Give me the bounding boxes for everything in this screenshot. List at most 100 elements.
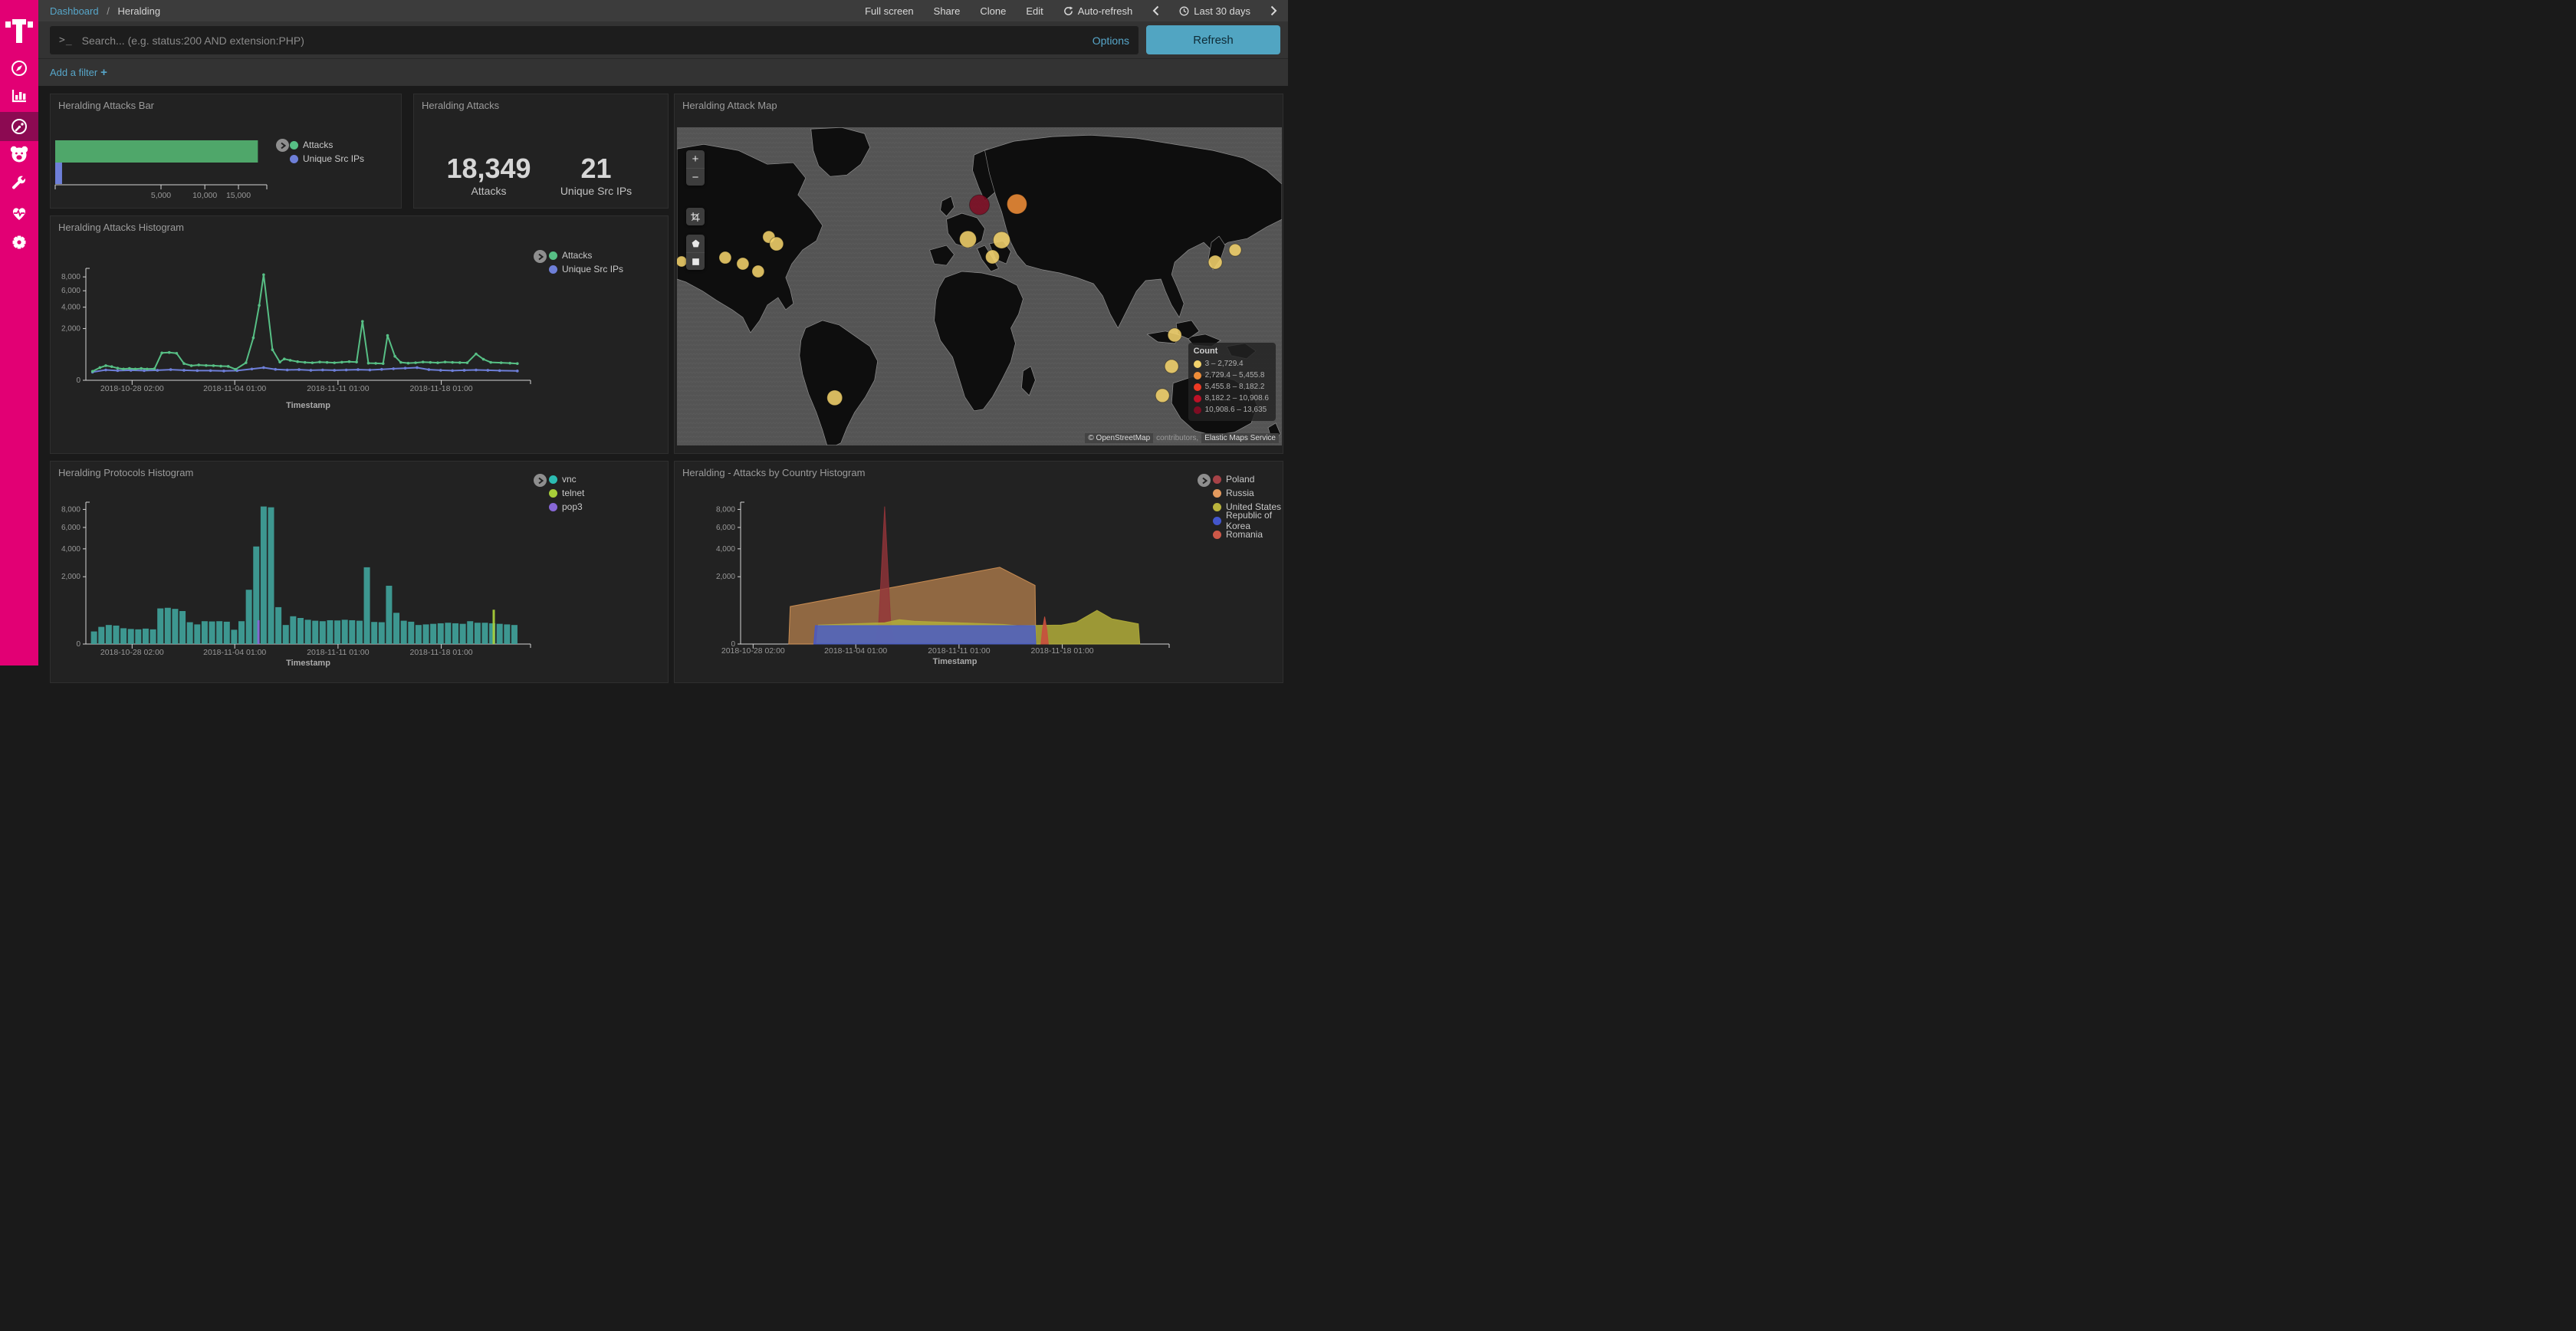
panel-protocols-histogram: Heralding Protocols Histogram 02,0004,00… <box>50 461 669 683</box>
svg-text:2,000: 2,000 <box>61 573 80 581</box>
panel-attacks-metric: Heralding Attacks 18,349 Attacks 21 Uniq… <box>413 94 669 209</box>
sidebar-item-monitoring[interactable] <box>0 199 38 228</box>
legend-dot-icon <box>549 251 557 260</box>
attack-dot[interactable] <box>1168 328 1181 342</box>
country-histogram-chart: 02,0004,0006,0008,0002018-10-28 02:00201… <box>675 462 1284 684</box>
legend-label: vnc <box>562 474 577 485</box>
attack-dot[interactable] <box>752 265 764 278</box>
legend-expand-chevron-icon[interactable] <box>534 474 547 487</box>
chart-legend: Attacks Unique Src IPs <box>290 138 364 166</box>
topbar-actions: Full screen Share Clone Edit Auto-refres… <box>865 5 1288 17</box>
map-zoom-in-button[interactable]: + <box>686 150 705 168</box>
legend-label: Romania <box>1226 529 1263 540</box>
attack-dot[interactable] <box>770 237 784 251</box>
attack-dot[interactable] <box>970 195 990 215</box>
svg-text:Timestamp: Timestamp <box>286 659 330 668</box>
svg-text:2018-11-04 01:00: 2018-11-04 01:00 <box>203 648 266 657</box>
legend-item[interactable]: Unique Src IPs <box>549 262 623 276</box>
map-fit-data-button[interactable] <box>686 208 705 225</box>
attack-dot[interactable] <box>985 250 999 264</box>
attack-dot[interactable] <box>1229 244 1241 256</box>
auto-refresh-button[interactable]: Auto-refresh <box>1063 5 1133 17</box>
svg-text:2018-11-18 01:00: 2018-11-18 01:00 <box>410 384 473 393</box>
ems-attribution[interactable]: Elastic Maps Service <box>1201 433 1279 443</box>
legend-dot-icon <box>549 475 557 484</box>
legend-item[interactable]: Attacks <box>290 138 364 152</box>
attack-dot[interactable] <box>737 258 749 270</box>
polygon-icon <box>691 238 701 248</box>
sidebar-item-discover[interactable] <box>0 54 38 83</box>
metric-value: 18,349 <box>441 154 537 183</box>
legend-label: Attacks <box>562 250 592 261</box>
svg-text:Timestamp: Timestamp <box>933 657 978 666</box>
svg-text:2018-11-04 01:00: 2018-11-04 01:00 <box>203 384 266 393</box>
svg-text:2018-10-28 02:00: 2018-10-28 02:00 <box>100 648 164 657</box>
panel-title: Heralding Attack Map <box>682 100 777 111</box>
attack-dot[interactable] <box>960 231 977 248</box>
legend-item[interactable]: pop3 <box>549 500 584 514</box>
legend-expand-chevron-icon[interactable] <box>534 250 547 263</box>
time-forward-chevron-icon[interactable] <box>1270 5 1277 16</box>
share-button[interactable]: Share <box>934 5 961 17</box>
legend-label: Attacks <box>303 140 333 150</box>
attack-dot[interactable] <box>1155 389 1169 403</box>
options-link[interactable]: Options <box>1092 35 1129 47</box>
search-input[interactable] <box>82 35 1085 47</box>
legend-item[interactable]: Poland <box>1213 472 1283 486</box>
legend-expand-chevron-icon[interactable] <box>276 139 289 152</box>
chart-legend: vnctelnetpop3 <box>549 472 584 514</box>
legend-expand-chevron-icon[interactable] <box>1198 474 1211 487</box>
svg-text:8,000: 8,000 <box>716 505 735 514</box>
svg-text:8,000: 8,000 <box>61 505 80 514</box>
svg-text:2018-10-28 02:00: 2018-10-28 02:00 <box>721 646 785 656</box>
sidebar-item-management[interactable] <box>0 228 38 257</box>
legend-dot-icon <box>290 155 298 163</box>
telekom-logo[interactable] <box>5 9 33 43</box>
attack-dot[interactable] <box>993 232 1010 248</box>
edit-button[interactable]: Edit <box>1026 5 1043 17</box>
breadcrumb-dashboard-link[interactable]: Dashboard <box>50 5 99 17</box>
legend-label: Russia <box>1226 488 1254 498</box>
breadcrumb-separator: / <box>107 5 110 17</box>
sidebar-item-visualize[interactable] <box>0 81 38 110</box>
attack-dot[interactable] <box>827 390 843 406</box>
legend-item[interactable]: vnc <box>549 472 584 486</box>
legend-item[interactable]: Russia <box>1213 486 1283 500</box>
draw-rectangle-button[interactable] <box>686 252 705 270</box>
svg-text:2018-10-28 02:00: 2018-10-28 02:00 <box>100 384 164 393</box>
osm-attribution[interactable]: © OpenStreetMap <box>1085 433 1153 443</box>
bear-icon <box>9 145 29 163</box>
sidebar-item-dev-tools[interactable] <box>0 169 38 199</box>
sidebar <box>0 0 38 666</box>
time-back-chevron-icon[interactable] <box>1152 5 1159 16</box>
world-map[interactable]: + − <box>677 127 1282 445</box>
fullscreen-button[interactable]: Full screen <box>865 5 914 17</box>
bar-chart-icon <box>10 86 28 104</box>
time-range-picker[interactable]: Last 30 days <box>1179 5 1250 17</box>
map-draw-controls <box>686 235 705 270</box>
attack-dot[interactable] <box>1165 360 1178 373</box>
add-filter-link[interactable]: Add a filter+ <box>50 66 107 79</box>
map-zoom-out-button[interactable]: − <box>686 168 705 186</box>
sidebar-item-dashboard[interactable] <box>0 112 38 141</box>
top-navbar: Dashboard / Heralding Full screen Share … <box>38 0 1288 21</box>
legend-item[interactable]: Republic of Korea <box>1213 514 1283 527</box>
metric-label: Unique Src IPs <box>548 185 644 197</box>
refresh-cycle-icon <box>1063 6 1073 16</box>
t-logo-icon <box>5 9 33 43</box>
refresh-button[interactable]: Refresh <box>1146 25 1280 54</box>
attack-dot[interactable] <box>1007 194 1027 214</box>
sidebar-item-bear-honeypot[interactable] <box>0 140 38 169</box>
legend-item[interactable]: telnet <box>549 486 584 500</box>
legend-item[interactable]: Unique Src IPs <box>290 152 364 166</box>
svg-text:2018-11-18 01:00: 2018-11-18 01:00 <box>1031 646 1094 656</box>
heartbeat-icon <box>10 204 28 222</box>
attack-dot[interactable] <box>1208 255 1222 269</box>
svg-text:2018-11-04 01:00: 2018-11-04 01:00 <box>824 646 887 656</box>
legend-dot-icon <box>549 265 557 274</box>
legend-label: Unique Src IPs <box>562 264 623 274</box>
clone-button[interactable]: Clone <box>980 5 1006 17</box>
legend-item[interactable]: Attacks <box>549 248 623 262</box>
draw-polygon-button[interactable] <box>686 235 705 252</box>
attack-dot[interactable] <box>719 251 731 264</box>
